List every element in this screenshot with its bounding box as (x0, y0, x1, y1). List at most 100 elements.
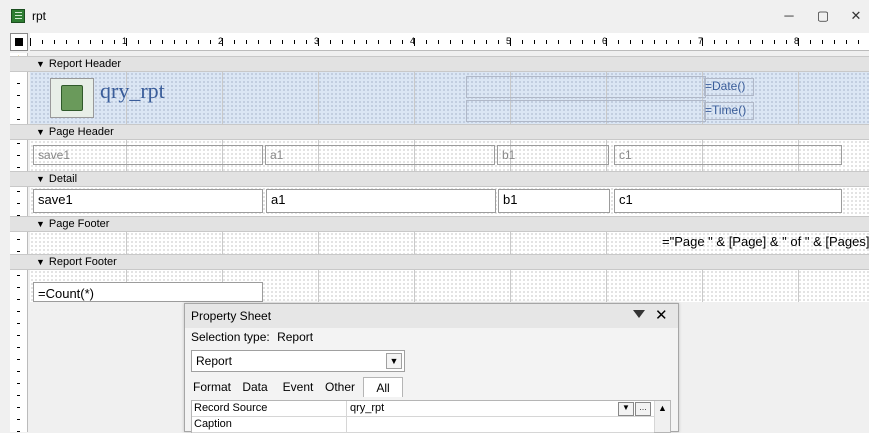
ruler-tick (17, 287, 20, 288)
ruler-tick (714, 40, 715, 44)
date-field[interactable]: =Date() (704, 78, 754, 96)
detail-field-b1[interactable]: b1 (498, 189, 610, 213)
tab-all[interactable]: All (363, 377, 403, 397)
section-selector[interactable] (10, 124, 30, 140)
select-report-box[interactable] (10, 33, 28, 51)
tab-event[interactable]: Event (279, 377, 317, 397)
count-field[interactable]: =Count(*) (33, 282, 263, 302)
report-footer-section[interactable]: =Count(*) (30, 270, 869, 302)
scrollbar[interactable]: ▲ (654, 401, 670, 432)
property-sheet[interactable]: Property Sheet ✕ Selection type: Report … (184, 303, 679, 433)
ruler-tick (726, 40, 727, 44)
property-grid[interactable]: Record Source qry_rpt ▼ … Caption ▲ (191, 400, 671, 433)
ruler-number: 7 (698, 36, 704, 46)
property-row[interactable]: Record Source qry_rpt ▼ … (192, 401, 654, 417)
report-icon (11, 9, 25, 23)
tab-data[interactable]: Data (237, 377, 273, 397)
section-selector[interactable] (10, 216, 30, 232)
report-header-bar[interactable]: ▼ Report Header (30, 56, 869, 72)
page-header-bar[interactable]: ▼ Page Header (30, 124, 869, 140)
minimize-button[interactable]: ─ (776, 6, 802, 26)
report-title[interactable]: qry_rpt (100, 78, 165, 104)
page-number-field[interactable]: ="Page " & [Page] & " of " & [Pages] (658, 234, 869, 252)
selection-type-value: Report (277, 330, 314, 344)
ruler-tick (858, 40, 859, 44)
time-field[interactable]: =Time() (704, 102, 754, 120)
ruler-tick (426, 40, 427, 44)
pane-options-icon[interactable] (633, 310, 645, 318)
report-header-section[interactable]: qry_rpt =Date() =Time() (30, 72, 869, 124)
ruler-tick (246, 40, 247, 44)
report-footer-bar[interactable]: ▼ Report Footer (30, 254, 869, 270)
ruler-tick (846, 40, 847, 44)
ruler-number: 4 (410, 36, 416, 46)
detail-section[interactable]: save1 a1 b1 c1 (30, 187, 869, 216)
property-value[interactable] (346, 417, 650, 432)
ruler-tick (17, 83, 20, 84)
close-button[interactable]: ✕ (843, 6, 869, 26)
detail-field-c1[interactable]: c1 (614, 189, 842, 213)
property-row[interactable]: Caption (192, 417, 654, 433)
ruler-tick (810, 40, 811, 44)
section-label: Report Header (48, 58, 122, 70)
ruler-tick (198, 40, 199, 44)
ruler-tick (42, 40, 43, 44)
ruler-tick (834, 40, 835, 44)
object-selector-value: Report (196, 354, 233, 368)
ruler-tick (30, 38, 31, 46)
ruler-tick (486, 40, 487, 44)
detail-field-a1[interactable]: a1 (266, 189, 496, 213)
page-header-label-save1[interactable]: save1 (33, 145, 263, 165)
tab-other[interactable]: Other (321, 377, 359, 397)
ruler-tick (774, 40, 775, 44)
property-sheet-close-button[interactable]: ✕ (655, 306, 668, 326)
ruler-tick (498, 40, 499, 44)
ruler-tick (114, 40, 115, 44)
ruler-tick (534, 40, 535, 44)
ruler-tick (654, 40, 655, 44)
section-selector[interactable] (10, 171, 30, 187)
report-logo[interactable] (50, 78, 94, 118)
ruler-tick (17, 311, 20, 312)
page-header-label-c1[interactable]: c1 (614, 145, 842, 165)
property-value[interactable]: qry_rpt (346, 401, 650, 416)
window-title: rpt (32, 9, 47, 23)
detail-bar[interactable]: ▼ Detail (30, 171, 869, 187)
section-selector[interactable] (10, 254, 30, 270)
restore-button[interactable]: ▢ (810, 6, 836, 26)
ruler-tick (354, 40, 355, 44)
ruler-tick (282, 40, 283, 44)
builder-icon[interactable]: … (635, 402, 651, 416)
detail-field-save1[interactable]: save1 (33, 189, 263, 213)
vertical-ruler[interactable] (10, 53, 28, 432)
ruler-tick (738, 40, 739, 44)
chevron-down-icon[interactable]: ▼ (618, 402, 634, 416)
object-selector[interactable]: Report ▼ (191, 350, 405, 372)
ruler-tick (474, 40, 475, 44)
ruler-number: 6 (602, 36, 608, 46)
tab-format[interactable]: Format (191, 377, 233, 397)
horizontal-ruler[interactable]: 1 2 3 4 5 6 7 8 (30, 33, 869, 51)
ruler-tick (786, 40, 787, 44)
ruler-tick (234, 40, 235, 44)
page-header-label-b1[interactable]: b1 (497, 145, 609, 165)
ruler-tick (258, 40, 259, 44)
page-header-label-a1[interactable]: a1 (265, 145, 495, 165)
ruler-tick (17, 251, 20, 252)
section-selector[interactable] (10, 56, 30, 72)
chevron-down-icon[interactable]: ▼ (386, 353, 402, 369)
ruler-tick (90, 40, 91, 44)
ruler-tick (17, 95, 20, 96)
ruler-tick (366, 40, 367, 44)
page-footer-section[interactable]: ="Page " & [Page] & " of " & [Pages] (30, 232, 869, 254)
section-label: Report Footer (48, 256, 117, 268)
ruler-tick (17, 395, 20, 396)
ruler-tick (678, 40, 679, 44)
page-footer-bar[interactable]: ▼ Page Footer (30, 216, 869, 232)
selection-type-label: Selection type: (191, 330, 270, 344)
ruler-tick (342, 40, 343, 44)
ruler-tick (306, 40, 307, 44)
page-header-section[interactable]: save1 a1 b1 c1 (30, 140, 869, 171)
property-name: Caption (194, 418, 232, 430)
ruler-number: 2 (218, 36, 224, 46)
